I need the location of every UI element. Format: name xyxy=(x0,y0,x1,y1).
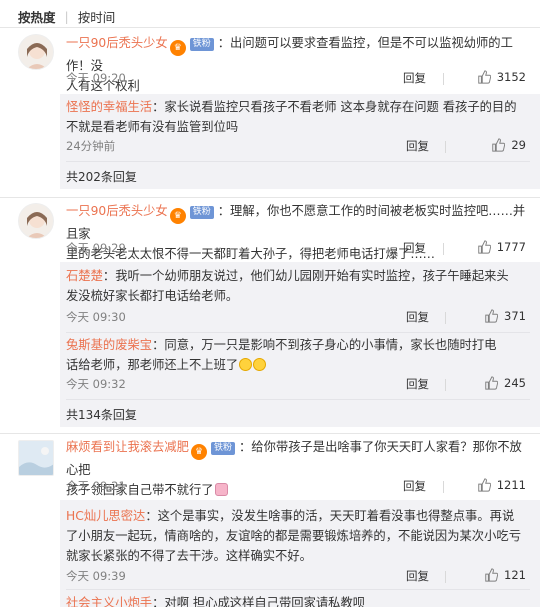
fan-tag: 铁粉 xyxy=(189,206,214,219)
sort-separator: | xyxy=(64,8,69,24)
sort-bar: 按热度 | 按时间 xyxy=(18,6,115,26)
divider xyxy=(0,197,540,198)
sub-comment-text: 社会主义小炮手：对啊 担心成这样自己带回家请私教呗 xyxy=(66,593,526,607)
sub-comment-text: HC灿儿思密达：这个是事实，没发生啥事的活，天天盯着看没事也得整点事。再说 了小… xyxy=(66,506,526,566)
sub-comment-text: 石楚楚：我听一个幼师朋友说过，他们幼儿园刚开始有实时监控，孩子午睡起来头 发没梳… xyxy=(66,266,526,306)
divider xyxy=(445,312,446,324)
comment-time: 今天 09:20 xyxy=(66,71,126,85)
comment-meta: 今天 09:21 回复 1211 xyxy=(66,478,526,496)
sub-comment-time: 24分钟前 xyxy=(66,139,116,153)
divider xyxy=(66,161,530,162)
divider xyxy=(445,379,446,391)
sub-comment-username[interactable]: HC灿儿思密达 xyxy=(66,509,145,523)
thumbs-up-icon xyxy=(492,138,506,152)
thumbs-up-icon xyxy=(485,568,499,582)
thumbs-up-icon xyxy=(477,240,491,254)
member-crown-icon: ♛ xyxy=(190,444,207,460)
sub-comment-body-cont: 了小朋友一起玩，情商啥的，友谊啥的都是需要锻炼培养的，不能说因为某次小吃亏 xyxy=(66,529,521,543)
comment-meta: 今天 09:20 回复 3152 xyxy=(66,70,526,88)
sub-comment-body: ：家长说看监控只看孩子不看老师 这本身就存在问题 看孩子的目的 xyxy=(152,100,517,114)
divider xyxy=(0,433,540,434)
sub-comment-body-cont: 不就是看老师有没有监管到位吗 xyxy=(66,120,239,134)
like-button[interactable]: 371 xyxy=(484,309,526,323)
avatar[interactable] xyxy=(18,440,54,476)
like-button[interactable]: 121 xyxy=(484,568,526,582)
like-count: 1211 xyxy=(496,478,526,492)
avatar[interactable] xyxy=(18,34,54,70)
comment-meta: 今天 09:29 回复 1777 xyxy=(66,240,526,258)
sub-comment-username[interactable]: 怪怪的幸福生活 xyxy=(66,100,152,114)
divider xyxy=(66,332,530,333)
sub-comment-body-cont: 发没梳好家长都打电话给老师。 xyxy=(66,289,239,303)
divider xyxy=(443,73,444,85)
divider xyxy=(0,27,540,28)
comment-username[interactable]: 一只90后秃头少女 xyxy=(66,204,168,218)
reply-button[interactable]: 回复 xyxy=(403,70,426,86)
fan-tag: 铁粉 xyxy=(189,38,214,51)
sub-comment-username[interactable]: 石楚楚 xyxy=(66,269,103,283)
crying-emoji-icon xyxy=(239,358,253,371)
sub-comment-username[interactable]: 兔斯基的废柴宝 xyxy=(66,338,152,352)
sub-comment-time: 今天 09:30 xyxy=(66,310,126,324)
more-replies-link[interactable]: 共134条回复 xyxy=(66,406,137,423)
sub-comments: 怪怪的幸福生活：家长说看监控只看孩子不看老师 这本身就存在问题 看孩子的目的 不… xyxy=(60,94,540,189)
like-button[interactable]: 3152 xyxy=(477,70,526,84)
more-replies-link[interactable]: 共202条回复 xyxy=(66,168,137,185)
like-button[interactable]: 1211 xyxy=(477,478,526,492)
sub-comment-body: ：对啊 担心成这样自己带回家请私教呗 xyxy=(152,596,366,607)
sub-comment-meta: 今天 09:39 回复 121 xyxy=(66,568,526,586)
fan-tag: 铁粉 xyxy=(210,442,235,455)
thumbs-up-icon xyxy=(477,478,491,492)
member-crown-icon: ♛ xyxy=(169,208,186,224)
divider xyxy=(66,589,530,590)
sort-by-hot[interactable]: 按热度 xyxy=(18,7,56,26)
sub-comments: HC灿儿思密达：这个是事实，没发生啥事的活，天天盯着看没事也得整点事。再说 了小… xyxy=(60,500,540,607)
thumbs-up-icon xyxy=(477,70,491,84)
sub-comment-meta: 今天 09:32 回复 245 xyxy=(66,376,526,394)
thumbs-up-icon xyxy=(485,376,499,390)
sub-comment-text: 怪怪的幸福生活：家长说看监控只看孩子不看老师 这本身就存在问题 看孩子的目的 不… xyxy=(66,97,526,137)
sub-comment-time: 今天 09:32 xyxy=(66,377,126,391)
sort-by-time[interactable]: 按时间 xyxy=(78,7,116,26)
divider xyxy=(445,571,446,583)
sub-comment-time: 今天 09:39 xyxy=(66,569,126,583)
divider xyxy=(443,243,444,255)
like-count: 245 xyxy=(504,376,526,390)
sub-comment-username[interactable]: 社会主义小炮手 xyxy=(66,596,152,607)
like-button[interactable]: 29 xyxy=(491,138,526,152)
thumbs-up-icon xyxy=(485,309,499,323)
sub-comment-meta: 今天 09:30 回复 371 xyxy=(66,309,526,327)
like-count: 371 xyxy=(504,309,526,323)
sub-comment-body: ：这个是事实，没发生啥事的活，天天盯着看没事也得整点事。再说 xyxy=(145,509,515,523)
like-count: 121 xyxy=(504,568,526,582)
like-count: 1777 xyxy=(496,240,526,254)
like-button[interactable]: 1777 xyxy=(477,240,526,254)
sub-comment-body-cont: 就家长紧张的不得了去干涉。这样确实不好。 xyxy=(66,549,312,563)
like-count: 3152 xyxy=(496,70,526,84)
sub-comment-body: ：同意，万一只是影响不到孩子身心的小事情，家长也随时打电 xyxy=(152,338,497,352)
reply-button[interactable]: 回复 xyxy=(406,309,429,325)
like-count: 29 xyxy=(511,138,526,152)
sub-comments: 石楚楚：我听一个幼师朋友说过，他们幼儿园刚开始有实时监控，孩子午睡起来头 发没梳… xyxy=(60,262,540,427)
sub-comment-body: ：我听一个幼师朋友说过，他们幼儿园刚开始有实时监控，孩子午睡起来头 xyxy=(102,269,509,283)
comment-username[interactable]: 麻烦看到让我滚去减肥 xyxy=(66,440,189,454)
reply-button[interactable]: 回复 xyxy=(406,568,429,584)
avatar[interactable] xyxy=(18,203,54,239)
reply-button[interactable]: 回复 xyxy=(406,138,429,154)
comment-username[interactable]: 一只90后秃头少女 xyxy=(66,36,168,50)
reply-button[interactable]: 回复 xyxy=(403,240,426,256)
divider xyxy=(445,141,446,153)
reply-button[interactable]: 回复 xyxy=(406,376,429,392)
sub-comment-body-cont: 话给老师，那老师还上不上班了 xyxy=(66,358,239,372)
crying-emoji-icon xyxy=(253,358,267,371)
divider xyxy=(443,481,444,493)
member-crown-icon: ♛ xyxy=(169,40,186,56)
sub-comment-text: 兔斯基的废柴宝：同意，万一只是影响不到孩子身心的小事情，家长也随时打电 话给老师… xyxy=(66,335,526,375)
like-button[interactable]: 245 xyxy=(484,376,526,390)
divider xyxy=(66,399,530,400)
comment-time: 今天 09:21 xyxy=(66,479,126,493)
reply-button[interactable]: 回复 xyxy=(403,478,426,494)
sub-comment-meta: 24分钟前 回复 29 xyxy=(66,138,526,156)
comment-time: 今天 09:29 xyxy=(66,241,126,255)
